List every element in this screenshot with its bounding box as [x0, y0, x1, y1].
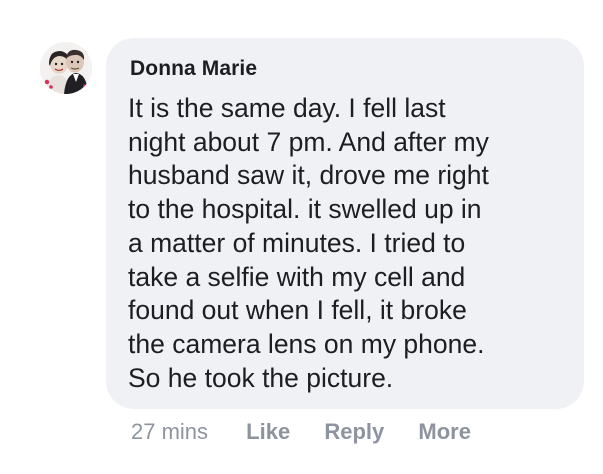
like-button[interactable]: Like — [246, 419, 290, 445]
comment-text: It is the same day. I fell last night ab… — [128, 93, 489, 393]
comment-author[interactable]: Donna Marie — [130, 57, 257, 81]
comment-bubble: Donna Marie It is the same day. I fell l… — [106, 38, 584, 409]
profile-photo-icon — [40, 42, 92, 94]
reply-button[interactable]: Reply — [324, 419, 384, 445]
comment: Donna Marie It is the same day. I fell l… — [0, 0, 603, 474]
avatar[interactable] — [40, 42, 92, 94]
comment-timestamp[interactable]: 27 mins — [131, 419, 208, 445]
more-button[interactable]: More — [418, 419, 471, 445]
comment-actions: 27 mins Like Reply More — [131, 419, 499, 445]
